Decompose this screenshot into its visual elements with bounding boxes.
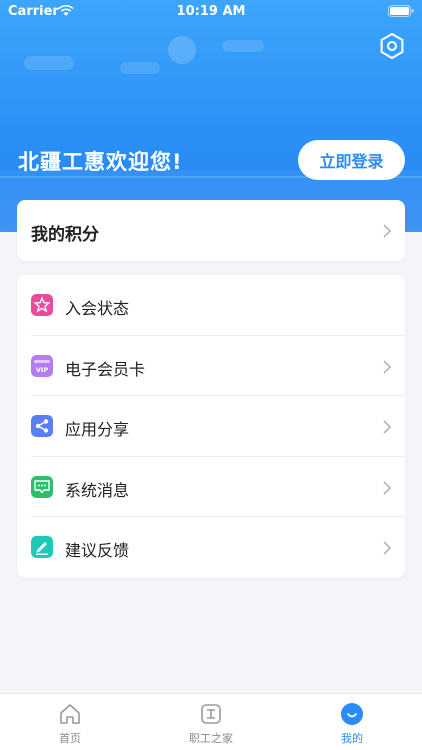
tab-bar: 首页 职工之家 我的 (0, 693, 422, 750)
tab-label: 我的 (341, 732, 363, 745)
home-icon (60, 704, 80, 724)
profile-icon (341, 703, 363, 725)
workers-home-icon (201, 704, 221, 724)
tab-profile[interactable]: 我的 (282, 694, 422, 750)
header-banner (0, 0, 422, 232)
moon-decoration (168, 36, 196, 64)
chevron-right-icon (383, 481, 391, 495)
login-button[interactable]: 立即登录 (298, 140, 405, 180)
tab-home[interactable]: 首页 (0, 694, 140, 750)
cloud-decoration (24, 56, 74, 70)
tab-label: 职工之家 (189, 732, 233, 745)
menu-item-app-share[interactable]: 应用分享 (17, 396, 405, 457)
menu-item-system-messages[interactable]: 系统消息 (17, 457, 405, 518)
settings-icon[interactable] (378, 32, 406, 60)
status-time: 10:19 AM (176, 4, 246, 19)
menu-item-membership-status[interactable]: 入会状态 (17, 275, 405, 336)
chevron-right-icon (383, 541, 391, 555)
vip-card-icon: VIP (31, 354, 53, 377)
chevron-right-icon (383, 360, 391, 374)
menu-list: 入会状态 VIP 电子会员卡 应用分享 系统消息 建议反馈 (17, 275, 405, 578)
menu-item-label: 电子会员卡 (65, 359, 146, 379)
message-icon (31, 475, 53, 498)
cloud-decoration (222, 40, 264, 52)
svg-text:VIP: VIP (36, 366, 48, 374)
feedback-edit-icon (31, 536, 53, 559)
menu-item-label: 入会状态 (65, 299, 130, 318)
cloud-decoration (120, 62, 160, 74)
membership-status-icon (31, 294, 53, 316)
menu-item-label: 建议反馈 (65, 541, 130, 561)
battery-icon (388, 5, 414, 17)
my-points-label: 我的积分 (31, 225, 99, 245)
menu-item-label: 系统消息 (65, 480, 130, 500)
tab-workers-home[interactable]: 职工之家 (141, 694, 281, 750)
my-points-row[interactable]: 我的积分 (17, 200, 405, 261)
welcome-title: 北疆工惠欢迎您! (18, 150, 183, 174)
menu-item-label: 应用分享 (65, 420, 130, 440)
status-bar: Carrier 10:19 AM (0, 0, 422, 24)
chevron-right-icon (383, 420, 391, 434)
menu-item-feedback[interactable]: 建议反馈 (17, 517, 405, 578)
menu-item-vip-card[interactable]: VIP 电子会员卡 (17, 336, 405, 397)
share-icon (31, 415, 53, 438)
tab-label: 首页 (59, 732, 81, 745)
chevron-right-icon (383, 224, 391, 238)
